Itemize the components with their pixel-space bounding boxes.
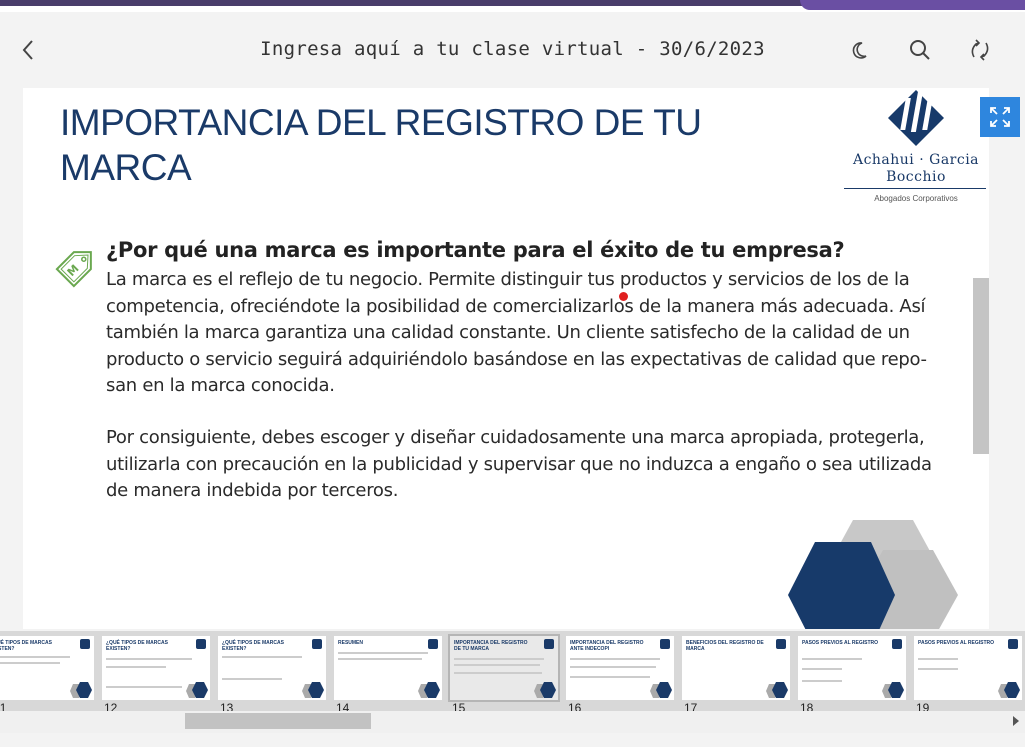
thumbnail-text-line: [222, 678, 282, 680]
thumbnail-text-line: [570, 658, 660, 660]
slide-side-decoration: [973, 278, 989, 454]
thumbnail-title: IMPORTANCIA DEL REGISTRO DE TU MARCA: [454, 640, 528, 652]
thumbnail-logo: [1008, 639, 1018, 649]
expand-icon: [990, 107, 1010, 127]
slide-question: ¿Por qué una marca es importante para el…: [106, 238, 845, 262]
thumbnail-title: BENEFICIOS DEL REGISTRO DE MARCA: [686, 640, 764, 652]
scroll-right-arrow-icon[interactable]: [1013, 716, 1019, 726]
logo-mark-icon: [888, 90, 944, 146]
thumbnail-logo: [892, 639, 902, 649]
dark-mode-button[interactable]: [846, 36, 874, 64]
thumbnail-text-line: [570, 676, 650, 678]
search-button[interactable]: [906, 36, 934, 64]
thumbnail-title: PASOS PREVIOS AL REGISTRO: [802, 640, 879, 646]
thumbnail-number: 17: [684, 701, 698, 711]
thumbnail-text-line: [106, 686, 182, 688]
slide-paragraph-2: Por consiguiente, debes escoger y diseña…: [106, 427, 932, 501]
thumbnail-number: 13: [220, 701, 234, 711]
window-top-strip: [0, 0, 1025, 12]
thumbnail-text-line: [222, 656, 302, 658]
thumbnail-text-line: [0, 656, 70, 658]
thumbnail-text-line: [802, 680, 842, 682]
thumbnail-strip: ¿QUÉ TIPOS DE MARCAS EXISTEN? ¿QUÉ TIPOS…: [0, 631, 1025, 711]
thumbnail-scrollbar[interactable]: [0, 711, 1025, 733]
thumbnail-number: 16: [568, 701, 582, 711]
hexagon-decoration: [788, 520, 958, 629]
thumbnail-slide-16[interactable]: IMPORTANCIA DEL REGISTRO ANTE INDECOPI: [566, 636, 674, 700]
scrollbar-thumb[interactable]: [185, 713, 371, 729]
thumbnail-text-line: [802, 668, 842, 670]
rotate-icon: [971, 39, 989, 61]
fullscreen-button[interactable]: [980, 97, 1020, 137]
thumbnail-logo: [776, 639, 786, 649]
trademark-tag-icon: M: [55, 251, 92, 288]
thumbnail-logo: [544, 639, 554, 649]
thumbnail-logo: [428, 639, 438, 649]
thumbnail-slide-18[interactable]: PASOS PREVIOS AL REGISTRO: [798, 636, 906, 700]
thumbnail-slide-17[interactable]: BENEFICIOS DEL REGISTRO DE MARCA: [682, 636, 790, 700]
thumbnail-title: ¿QUÉ TIPOS DE MARCAS EXISTEN?: [0, 640, 52, 652]
thumbnail-text-line: [338, 652, 428, 654]
thumbnail-text-line: [106, 658, 192, 660]
thumbnail-slide-11[interactable]: ¿QUÉ TIPOS DE MARCAS EXISTEN?: [0, 636, 94, 700]
thumbnail-number: 18: [800, 701, 814, 711]
logo-divider: [844, 188, 986, 189]
thumbnail-slide-13[interactable]: ¿QUÉ TIPOS DE MARCAS EXISTEN?: [218, 636, 326, 700]
thumbnail-title: PASOS PREVIOS AL REGISTRO: [918, 640, 995, 646]
thumbnail-number: 14: [336, 701, 350, 711]
slide-canvas: IMPORTANCIA DEL REGISTRO DE TU MARCA Ach…: [23, 88, 989, 629]
thumbnail-text-line: [918, 658, 958, 660]
thumbnail-text-line: [802, 658, 862, 660]
laser-pointer: [619, 292, 628, 301]
thumbnail-slide-12[interactable]: ¿QUÉ TIPOS DE MARCAS EXISTEN?: [102, 636, 210, 700]
thumbnail-slide-14[interactable]: RESUMEN: [334, 636, 442, 700]
company-logo: Achahui · Garcia Bocchio Abogados Corpor…: [841, 88, 989, 206]
thumbnail-title: ¿QUÉ TIPOS DE MARCAS EXISTEN?: [106, 640, 168, 652]
top-accent-bar: [800, 0, 1025, 10]
thumbnail-text-line: [338, 658, 422, 660]
thumbnail-logo: [660, 639, 670, 649]
thumbnail-text-line: [918, 668, 958, 670]
slide-paragraph-1: La marca es el reflejo de tu negocio. Pe…: [106, 269, 927, 396]
thumbnail-slide-19[interactable]: PASOS PREVIOS AL REGISTRO: [914, 636, 1022, 700]
thumbnail-number: 19: [916, 701, 930, 711]
thumbnail-logo: [196, 639, 206, 649]
thumbnail-text-line: [570, 666, 656, 668]
slide-title: IMPORTANCIA DEL REGISTRO DE TU MARCA: [60, 102, 702, 188]
top-progress-bar: [0, 0, 815, 6]
thumbnail-number: 12: [104, 701, 118, 711]
viewer-header: Ingresa aquí a tu clase virtual - 30/6/2…: [0, 12, 1025, 88]
thumbnail-number: 15: [452, 701, 466, 711]
thumbnail-title: RESUMEN: [338, 640, 364, 646]
rotate-button[interactable]: [966, 36, 994, 64]
search-icon: [910, 40, 930, 60]
logo-line2: Bocchio: [886, 169, 946, 185]
thumbnail-text-line: [454, 672, 542, 674]
thumbnail-text-line: [454, 658, 544, 660]
logo-tagline: Abogados Corporativos: [874, 194, 958, 203]
thumbnail-number: 11: [0, 701, 7, 711]
thumbnail-text-line: [0, 662, 60, 664]
thumbnail-logo: [80, 639, 90, 649]
bottom-margin: [0, 733, 1025, 747]
moon-icon: [852, 42, 867, 59]
logo-line1: Achahui · Garcia: [852, 152, 980, 168]
thumbnail-slide-15[interactable]: IMPORTANCIA DEL REGISTRO DE TU MARCA: [448, 634, 560, 702]
thumbnail-logo: [312, 639, 322, 649]
thumbnail-title: IMPORTANCIA DEL REGISTRO ANTE INDECOPI: [570, 640, 644, 652]
thumbnail-title: ¿QUÉ TIPOS DE MARCAS EXISTEN?: [222, 640, 284, 652]
thumbnail-text-line: [106, 666, 166, 668]
thumbnail-text-line: [454, 664, 540, 666]
